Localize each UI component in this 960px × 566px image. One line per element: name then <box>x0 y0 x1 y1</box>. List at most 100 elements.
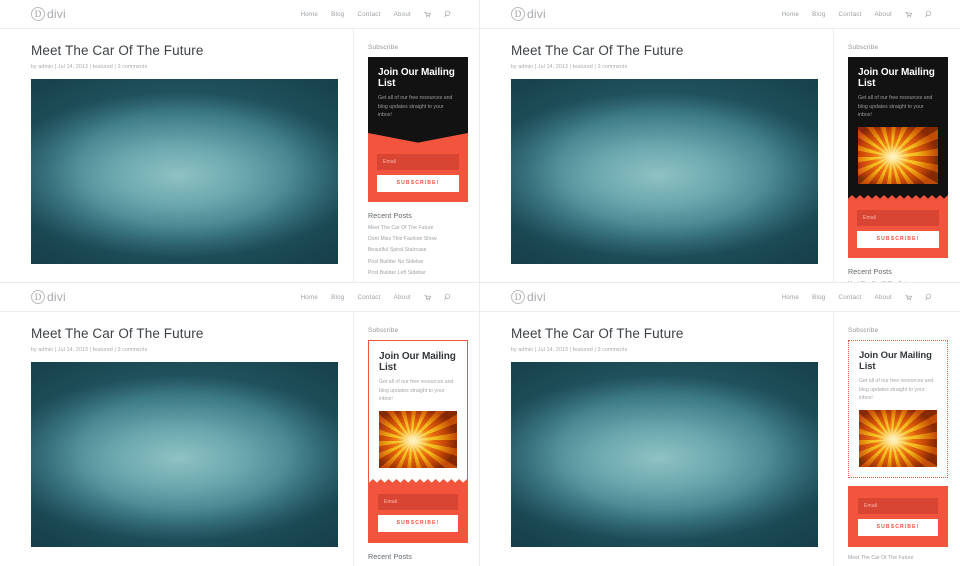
variant-preview-b: D divi Home Blog Contact About Meet The … <box>480 0 960 283</box>
nav-item-about[interactable]: About <box>875 11 892 18</box>
divi-logo-icon: D <box>31 7 45 21</box>
nav-item-contact[interactable]: Contact <box>839 294 862 301</box>
widget-title-subscribe: Subscribe <box>368 44 399 51</box>
optin-heading: Join Our Mailing List <box>858 67 935 90</box>
optin-image <box>859 409 937 467</box>
photo-vignette <box>511 78 818 264</box>
primary-nav: Home Blog Contact About <box>782 10 933 18</box>
logo-text: divi <box>527 7 546 21</box>
post-meta: by admin | Jul 14, 2013 | featured | 3 c… <box>511 63 628 70</box>
recent-posts-list: Meet The Car Of The Future Dont Miss Thi… <box>368 225 468 277</box>
post-meta: by admin | Jul 14, 2013 | featured | 3 c… <box>511 346 628 353</box>
nav-item-blog[interactable]: Blog <box>331 11 344 18</box>
flower-highlight <box>858 126 938 184</box>
optin-body-text: Get all of our free resources and blog u… <box>378 95 453 119</box>
nav-item-blog[interactable]: Blog <box>812 294 825 301</box>
optin-form: Email SUBSCRIBE! <box>848 485 948 547</box>
optin-form: Email SUBSCRIBE! <box>369 482 467 542</box>
site-header: D divi Home Blog Contact About <box>480 0 960 29</box>
nav-item-about[interactable]: About <box>875 294 892 301</box>
logo-text: divi <box>47 290 66 304</box>
list-item[interactable]: Meet The Car Of The Future <box>848 555 948 561</box>
primary-nav: Home Blog Contact About <box>301 10 452 18</box>
nav-item-contact[interactable]: Contact <box>839 11 862 18</box>
optin-wrapper: Join Our Mailing List Get all of our fre… <box>368 57 468 202</box>
list-item[interactable]: Meet The Car Of The Future <box>368 225 468 231</box>
list-item[interactable]: Beautiful Spiral Staircase <box>368 247 468 253</box>
v-notch-divider <box>368 131 468 143</box>
search-icon[interactable] <box>925 293 933 301</box>
widget-title-subscribe: Subscribe <box>848 44 879 51</box>
recent-posts-title: Recent Posts <box>848 266 892 276</box>
recent-posts-list: Meet The Car Of The Future <box>848 555 948 561</box>
sidebar: Subscribe Join Our Mailing List Get all … <box>834 29 960 282</box>
post-meta: by admin | Jul 14, 2013 | featured | 3 c… <box>31 63 148 70</box>
list-item[interactable]: Post Builder Left Sidebar <box>368 270 468 276</box>
page-body: Meet The Car Of The Future by admin | Ju… <box>480 312 960 566</box>
email-input[interactable]: Email <box>378 493 458 510</box>
nav-item-home[interactable]: Home <box>782 11 800 18</box>
variant-preview-a: D divi Home Blog Contact About Meet The … <box>0 0 480 283</box>
site-logo[interactable]: D divi <box>511 290 546 304</box>
optin-image <box>858 126 938 184</box>
optin-form: Email SUBSCRIBE! <box>848 198 948 258</box>
variant-preview-c: D divi Home Blog Contact About Meet The … <box>0 283 480 566</box>
email-input[interactable]: Email <box>858 497 938 514</box>
subscribe-button[interactable]: SUBSCRIBE! <box>377 174 459 192</box>
nav-item-blog[interactable]: Blog <box>812 11 825 18</box>
sidebar: Subscribe Join Our Mailing List Get all … <box>834 312 960 566</box>
optin-wrapper: Join Our Mailing List Get all of our fre… <box>848 57 948 258</box>
optin-wrapper: Join Our Mailing List Get all of our fre… <box>848 340 948 547</box>
nav-item-contact[interactable]: Contact <box>358 294 381 301</box>
page-title: Meet The Car Of The Future <box>31 43 204 58</box>
nav-item-about[interactable]: About <box>394 294 411 301</box>
post-content: Meet The Car Of The Future by admin | Ju… <box>480 312 834 566</box>
site-logo[interactable]: D divi <box>31 7 66 21</box>
optin-body-text: Get all of our free resources and blog u… <box>379 379 454 403</box>
site-logo[interactable]: D divi <box>31 290 66 304</box>
optin-heading: Join Our Mailing List <box>859 350 932 372</box>
optin-header-panel: Join Our Mailing List Get all of our fre… <box>368 57 468 132</box>
nav-item-blog[interactable]: Blog <box>331 294 344 301</box>
post-meta: by admin | Jul 14, 2013 | featured | 3 c… <box>31 346 148 353</box>
optin-widget: Join Our Mailing List Get all of our fre… <box>848 340 948 547</box>
cart-icon[interactable] <box>905 11 912 18</box>
cart-icon[interactable] <box>905 294 912 301</box>
list-item[interactable]: Post Builder No Sidebar <box>368 259 468 265</box>
site-logo[interactable]: D divi <box>511 7 546 21</box>
nav-item-home[interactable]: Home <box>782 294 800 301</box>
email-input[interactable]: Email <box>377 153 459 170</box>
logo-text: divi <box>47 7 66 21</box>
nav-item-home[interactable]: Home <box>301 294 319 301</box>
search-icon[interactable] <box>444 10 452 18</box>
photo-vignette <box>31 78 338 264</box>
subscribe-button[interactable]: SUBSCRIBE! <box>857 230 939 248</box>
optin-body-text: Get all of our free resources and blog u… <box>858 95 933 119</box>
post-content: Meet The Car Of The Future by admin | Ju… <box>0 29 354 282</box>
nav-item-about[interactable]: About <box>394 11 411 18</box>
subscribe-button[interactable]: SUBSCRIBE! <box>858 518 938 536</box>
flower-highlight <box>379 410 457 468</box>
photo-vignette <box>511 361 818 547</box>
optin-image <box>379 410 457 468</box>
email-input[interactable]: Email <box>857 209 939 226</box>
list-item[interactable]: Dont Miss This Fashion Show <box>368 236 468 242</box>
sidebar: Subscribe Join Our Mailing List Get all … <box>354 312 479 566</box>
optin-widget: Join Our Mailing List Get all of our fre… <box>368 57 468 202</box>
variant-preview-d: D divi Home Blog Contact About Meet The … <box>480 283 960 566</box>
divi-logo-icon: D <box>511 7 525 21</box>
search-icon[interactable] <box>444 293 452 301</box>
search-icon[interactable] <box>925 10 933 18</box>
nav-item-home[interactable]: Home <box>301 11 319 18</box>
cart-icon[interactable] <box>424 294 431 301</box>
cart-icon[interactable] <box>424 11 431 18</box>
optin-wrapper: Join Our Mailing List Get all of our fre… <box>368 340 468 543</box>
divi-logo-icon: D <box>31 290 45 304</box>
page-body: Meet The Car Of The Future by admin | Ju… <box>0 29 479 282</box>
optin-heading: Join Our Mailing List <box>378 67 455 90</box>
page-title: Meet The Car Of The Future <box>511 326 684 341</box>
nav-item-contact[interactable]: Contact <box>358 11 381 18</box>
subscribe-button[interactable]: SUBSCRIBE! <box>378 514 458 532</box>
flower-highlight <box>859 409 937 467</box>
